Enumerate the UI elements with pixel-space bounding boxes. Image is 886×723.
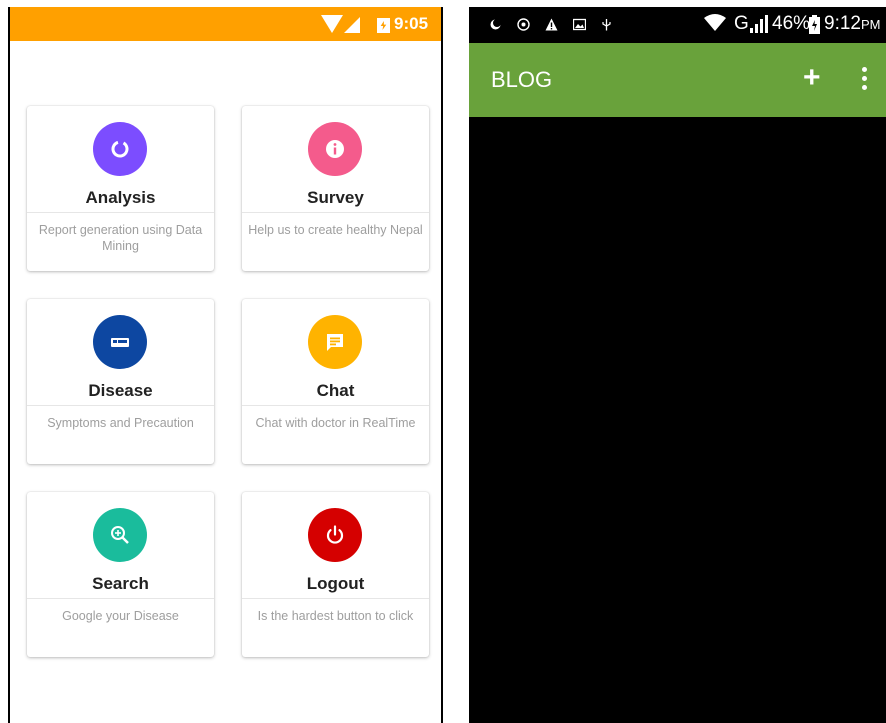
- gallery-icon: [573, 18, 586, 31]
- info-icon: [308, 122, 362, 176]
- card-title: Chat: [316, 381, 355, 400]
- divider: [242, 212, 429, 213]
- divider: [27, 212, 214, 213]
- card-title: Survey: [307, 188, 364, 207]
- card-logout[interactable]: Logout Is the hardest button to click: [242, 492, 429, 657]
- app-bar-title: BLOG: [491, 67, 553, 92]
- status-bar: 9:05: [10, 7, 441, 41]
- card-title: Logout: [306, 574, 365, 593]
- card-title: Analysis: [85, 188, 156, 207]
- power-icon: [308, 508, 362, 562]
- card-description: Report generation using Data Mining: [38, 223, 203, 253]
- status-time: 9:12PM: [824, 13, 881, 34]
- wifi-icon: [321, 15, 343, 33]
- blog-screen: G 46% 9:12PM BLOG +: [469, 7, 886, 723]
- usb-icon: [602, 19, 611, 31]
- card-description: Is the hardest button to click: [257, 609, 414, 623]
- status-time: 9:05: [394, 14, 429, 33]
- wifi-icon: [704, 14, 726, 31]
- network-type: G: [734, 13, 749, 34]
- divider: [242, 598, 429, 599]
- warning-icon: [545, 18, 558, 31]
- signal-icon: [344, 17, 360, 33]
- hospital-bed-icon: [93, 315, 147, 369]
- shield-icon: [517, 18, 530, 31]
- app-bar: BLOG +: [469, 43, 886, 117]
- divider: [27, 598, 214, 599]
- search-icon: [93, 508, 147, 562]
- card-description: Chat with doctor in RealTime: [255, 416, 416, 430]
- battery-icon: [377, 18, 390, 33]
- dashboard-screen: 9:05 Analysis Report generation using Da…: [8, 7, 443, 723]
- card-analysis[interactable]: Analysis Report generation using Data Mi…: [27, 106, 214, 271]
- card-disease[interactable]: Disease Symptoms and Precaution: [27, 299, 214, 464]
- more-options-icon[interactable]: [862, 67, 868, 93]
- card-description: Help us to create healthy Nepal: [248, 223, 423, 237]
- divider: [242, 405, 429, 406]
- card-title: Disease: [88, 381, 153, 400]
- battery-percent: 46%: [772, 13, 811, 34]
- card-chat[interactable]: Chat Chat with doctor in RealTime: [242, 299, 429, 464]
- card-search[interactable]: Search Google your Disease: [27, 492, 214, 657]
- battery-icon: [809, 15, 820, 34]
- moon-icon: [490, 19, 501, 30]
- add-icon[interactable]: +: [803, 63, 821, 93]
- card-description: Google your Disease: [62, 609, 179, 623]
- card-title: Search: [92, 574, 149, 593]
- divider: [27, 405, 214, 406]
- status-bar: G 46% 9:12PM: [469, 7, 886, 43]
- signal-icon: [750, 15, 768, 33]
- card-survey[interactable]: Survey Help us to create healthy Nepal: [242, 106, 429, 271]
- donut-chart-icon: [93, 122, 147, 176]
- chat-icon: [308, 315, 362, 369]
- card-description: Symptoms and Precaution: [47, 416, 194, 430]
